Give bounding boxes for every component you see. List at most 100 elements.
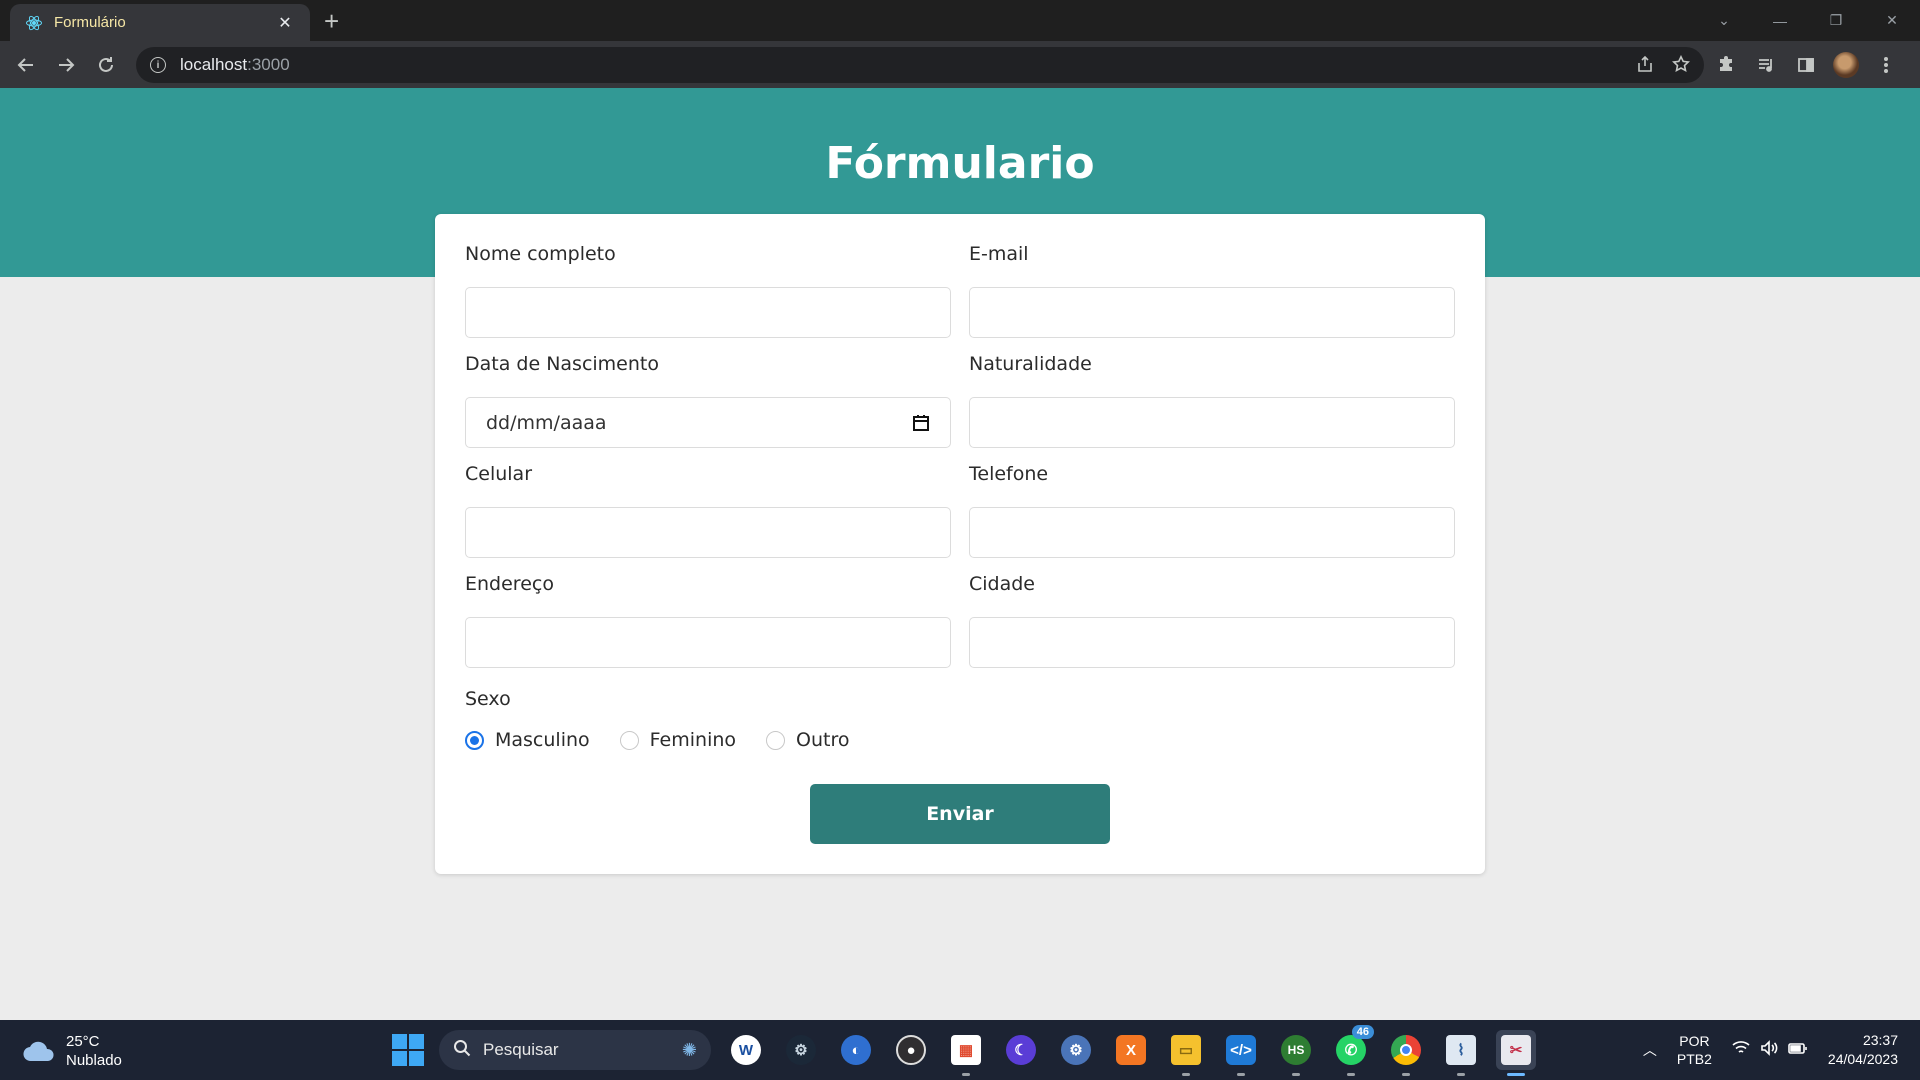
menu-dots-icon[interactable] <box>1872 51 1900 79</box>
field-endereco: Endereço <box>465 573 951 668</box>
weather-widget[interactable]: 25°C Nublado <box>22 1032 122 1070</box>
email-input[interactable] <box>969 287 1455 338</box>
field-label: Nome completo <box>465 243 616 265</box>
weather-temperature: 25°C <box>66 1033 100 1050</box>
whatsapp-badge: 46 <box>1351 1025 1374 1039</box>
search-highlight-icon: ✺ <box>681 1039 697 1060</box>
nome-completo-input[interactable] <box>465 287 951 338</box>
file-explorer-icon[interactable]: ▭ <box>1166 1030 1206 1076</box>
media-control-icon[interactable] <box>1752 51 1780 79</box>
field-label: E-mail <box>969 243 1029 265</box>
url-host: localhost <box>180 55 248 74</box>
snipping-tool-icon[interactable]: ✂ <box>1496 1030 1536 1076</box>
store-icon[interactable]: ▦ <box>946 1030 986 1076</box>
extensions-icon[interactable] <box>1712 51 1740 79</box>
search-label: Pesquisar <box>483 1040 559 1059</box>
endereco-input[interactable] <box>465 617 951 668</box>
chevron-up-icon[interactable]: ︿ <box>1643 1040 1657 1060</box>
clock[interactable]: 23:37 24/04/2023 <box>1828 1031 1898 1069</box>
react-icon <box>24 13 44 33</box>
share-icon[interactable] <box>1636 55 1654 78</box>
field-cidade: Cidade <box>969 573 1455 668</box>
calendar-icon[interactable] <box>912 414 930 432</box>
minimize-icon[interactable]: — <box>1752 13 1808 29</box>
battery-icon[interactable] <box>1788 1040 1808 1061</box>
new-tab-icon[interactable]: + <box>324 6 339 37</box>
app-wordmark-icon[interactable]: W <box>726 1030 766 1070</box>
window-controls: ⌄ — ❐ ✕ <box>1696 0 1920 41</box>
whatsapp-icon[interactable]: ✆ 46 <box>1331 1025 1374 1076</box>
search-icon <box>453 1039 471 1062</box>
data-nascimento-input[interactable]: dd/mm/aaaa <box>465 397 951 448</box>
form-card: Nome completo E-mail Data de Nascimento … <box>435 214 1485 874</box>
address-bar[interactable]: i localhost :3000 <box>136 47 1704 83</box>
vscode-icon[interactable]: </> <box>1221 1030 1261 1076</box>
browser-tab[interactable]: Formulário ✕ <box>10 4 310 41</box>
url-port: :3000 <box>247 55 290 74</box>
bookmark-star-icon[interactable] <box>1672 54 1690 78</box>
radio-label: Outro <box>796 729 850 751</box>
clock-date: 24/04/2023 <box>1827 1051 1898 1067</box>
celular-input[interactable] <box>465 507 951 558</box>
telefone-input[interactable] <box>969 507 1455 558</box>
keyboard-layout: PTB2 <box>1676 1051 1712 1067</box>
naturalidade-input[interactable] <box>969 397 1455 448</box>
field-data-nascimento: Data de Nascimento dd/mm/aaaa <box>465 353 951 448</box>
field-email: E-mail <box>969 243 1455 338</box>
side-panel-icon[interactable] <box>1792 51 1820 79</box>
radio-button[interactable] <box>619 730 639 750</box>
settings-icon[interactable]: ⚙ <box>1056 1030 1096 1070</box>
back-icon[interactable] <box>12 51 40 79</box>
field-label: Telefone <box>969 463 1049 485</box>
steam-icon[interactable]: ⚙ <box>781 1030 821 1070</box>
tab-title: Formulário <box>54 14 126 31</box>
radio-button[interactable] <box>766 730 786 750</box>
field-label: Data de Nascimento <box>465 353 659 375</box>
volume-icon[interactable] <box>1760 1039 1778 1061</box>
reload-icon[interactable] <box>92 51 120 79</box>
radio-label: Feminino <box>649 729 737 751</box>
taskbar-search[interactable]: Pesquisar ✺ <box>439 1030 711 1070</box>
page-title: Fórmulario <box>825 138 1095 189</box>
site-info-icon[interactable]: i <box>150 57 166 73</box>
profile-avatar[interactable] <box>1832 51 1860 79</box>
sexo-radio-group: Masculino Feminino Outro <box>465 729 879 751</box>
field-label: Celular <box>465 463 533 485</box>
restore-icon[interactable]: ❐ <box>1808 12 1864 29</box>
xampp-icon[interactable]: X <box>1111 1030 1151 1070</box>
submit-button[interactable]: Enviar <box>810 784 1110 844</box>
field-label: Endereço <box>465 573 554 595</box>
tab-search-icon[interactable]: ⌄ <box>1696 12 1752 29</box>
obs-icon[interactable]: ● <box>891 1030 931 1070</box>
radio-option-feminino[interactable]: Feminino <box>619 729 737 751</box>
clock-time: 23:37 <box>1862 1032 1898 1048</box>
radio-option-masculino[interactable]: Masculino <box>465 729 590 751</box>
language-code: POR <box>1679 1033 1710 1049</box>
hs-app-icon[interactable]: HS <box>1276 1030 1316 1076</box>
taskbar: 25°C Nublado Pesquisar ✺ W ⚙ ◐ ● ▦ ☾ ⚙ X… <box>0 1020 1920 1080</box>
wifi-icon[interactable] <box>1732 1040 1750 1061</box>
radio-label: Masculino <box>495 729 590 751</box>
field-nome-completo: Nome completo <box>465 243 951 338</box>
sexo-label: Sexo <box>465 688 511 710</box>
browser-tab-strip: Formulário ✕ + ⌄ — ❐ ✕ <box>0 0 1920 41</box>
date-placeholder: dd/mm/aaaa <box>486 411 607 434</box>
radio-option-outro[interactable]: Outro <box>766 729 849 751</box>
close-tab-icon[interactable]: ✕ <box>274 13 296 33</box>
browser-app-icon[interactable]: ◐ <box>836 1030 876 1070</box>
chrome-icon[interactable] <box>1386 1030 1426 1076</box>
language-indicator[interactable]: POR PTB2 <box>1677 1032 1712 1068</box>
forward-icon[interactable] <box>52 51 80 79</box>
system-tray: ︿ POR PTB2 23:37 24/04/2023 <box>1643 1020 1898 1080</box>
moon-app-icon[interactable]: ☾ <box>1001 1030 1041 1070</box>
close-window-icon[interactable]: ✕ <box>1864 12 1920 29</box>
monitor-app-icon[interactable]: ⌇ <box>1441 1030 1481 1076</box>
field-telefone: Telefone <box>969 463 1455 558</box>
cidade-input[interactable] <box>969 617 1455 668</box>
field-celular: Celular <box>465 463 951 558</box>
weather-description: Nublado <box>66 1052 122 1069</box>
field-label: Cidade <box>969 573 1035 595</box>
windows-start-icon[interactable] <box>392 1034 424 1066</box>
radio-button[interactable] <box>465 730 484 750</box>
browser-toolbar: i localhost :3000 <box>0 41 1920 88</box>
